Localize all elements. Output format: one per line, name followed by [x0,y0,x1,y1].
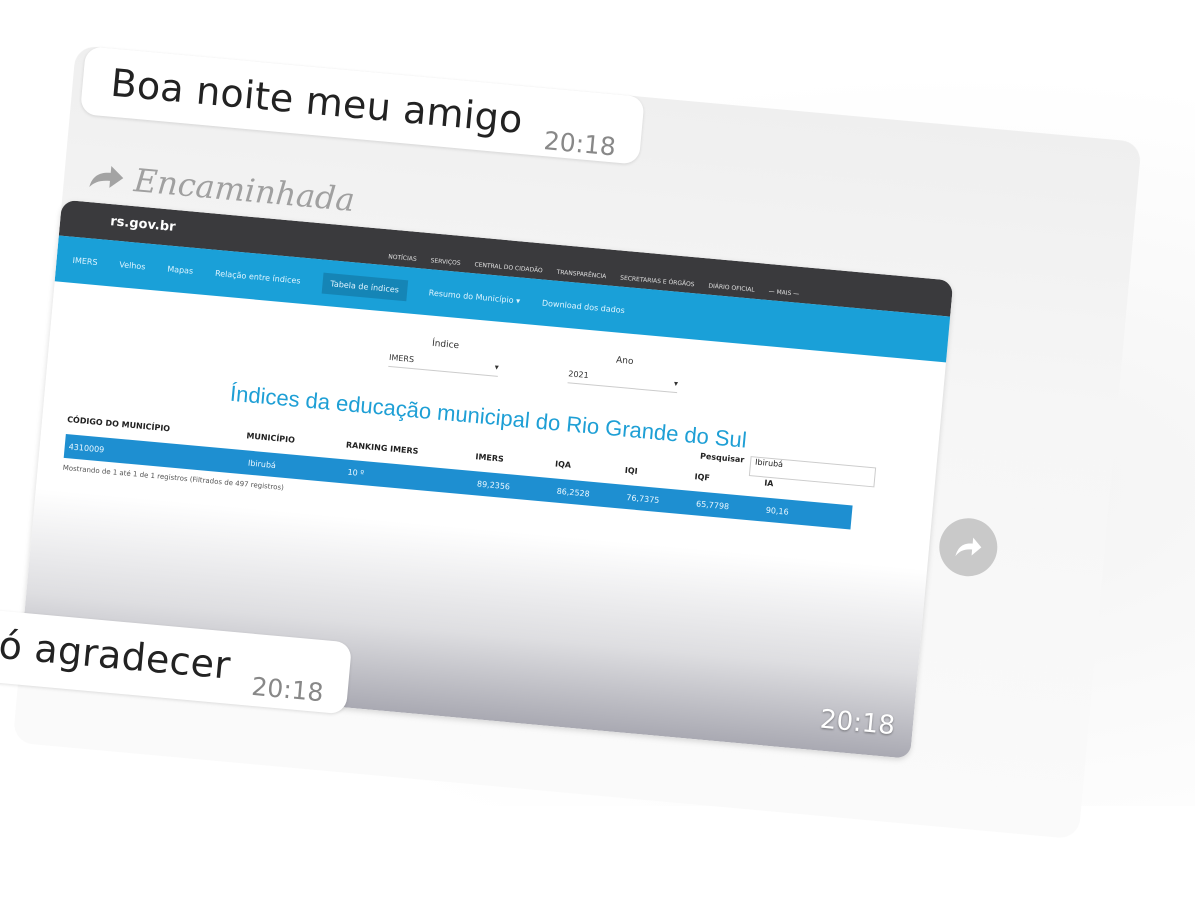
column-header: IQA [554,459,572,470]
filter-form: Índice IMERS ▾ Ano 2021 ▾ [388,335,680,394]
message-time: 20:18 [250,671,325,708]
column-header: MUNICÍPIO [246,431,296,445]
nav-item: Download dos dados [541,298,626,315]
column-header: IMERS [475,452,505,464]
nav-item: Velhos [119,259,146,271]
top-nav-item: CENTRAL DO CIDADÃO [474,261,543,275]
chat-photo: Boa noite meu amigo 20:18 Encaminhada rs… [0,0,1145,899]
forward-icon [955,537,982,557]
table-cell: Ibirubá [247,458,277,470]
indice-label: Índice [431,338,460,352]
top-nav-item: DIÁRIO OFICIAL [708,282,755,294]
top-nav-item: SERVIÇOS [430,257,461,267]
indice-field: Índice IMERS ▾ [388,335,500,377]
table-cell: 89,2356 [476,478,511,491]
table-cell: 86,2528 [556,486,591,499]
nav-item: Mapas [166,263,194,276]
ano-value: 2021 [567,369,590,381]
table-cell: 65,7798 [695,498,730,511]
message-time: 20:18 [542,126,617,162]
caret-down-icon: ▾ [673,378,679,389]
nav-item: Relação entre índices [214,268,301,286]
top-nav-item: SECRETARIAS E ÓRGÃOS [619,274,695,289]
indice-select: IMERS ▾ [388,352,500,377]
ano-select: 2021 ▾ [567,369,679,394]
table-cell: 10 º [347,467,365,478]
ano-field: Ano 2021 ▾ [567,351,680,394]
search-label: Pesquisar [699,451,745,465]
table-cell: 76,7375 [626,492,660,505]
column-header: IQI [624,465,638,476]
top-nav-item: — MAIS — [768,288,800,298]
nav-item: Resumo do Município ▾ [428,287,521,306]
top-nav-item: NOTÍCIAS [387,253,417,264]
nav-item: IMERS [72,255,98,267]
ano-label: Ano [615,355,634,368]
table-cell: 90,16 [765,505,790,517]
caret-down-icon: ▾ [494,362,500,372]
table-cell: 4310009 [68,441,105,454]
message-text: Só agradecer [0,620,233,688]
site-logo: rs.gov.br [109,214,177,235]
indice-value: IMERS [388,352,415,365]
top-nav-item: TRANSPARÊNCIA [556,268,607,281]
forward-arrow-icon [89,165,124,188]
nav-item-active: Tabela de índices [321,272,408,301]
image-message-time: 20:18 [818,704,897,742]
